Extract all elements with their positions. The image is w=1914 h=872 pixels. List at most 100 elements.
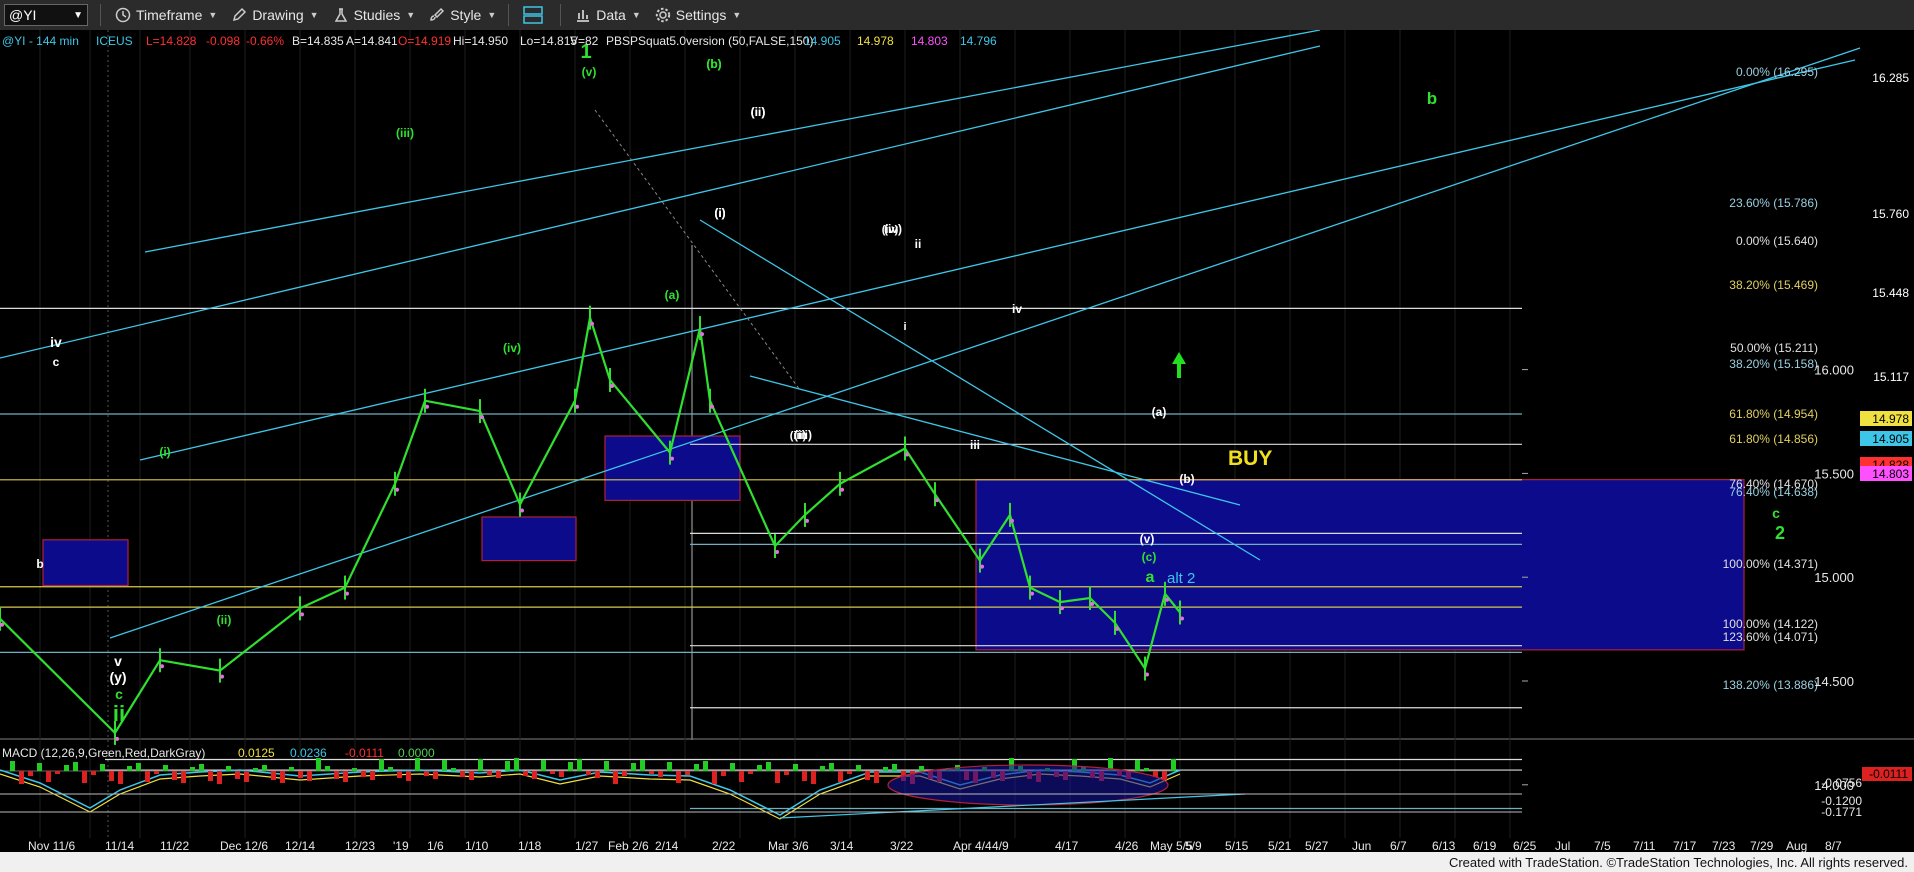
date-tick-label: 1/27: [575, 839, 599, 853]
wave-label: iii: [970, 438, 980, 452]
macd-histogram-bar: [244, 771, 249, 782]
wave-label: a: [1146, 569, 1155, 586]
macd-histogram-bar: [433, 771, 438, 779]
instrument-label: @YI - 144 min: [2, 34, 79, 48]
wave-label: iv: [1012, 302, 1022, 316]
alt-2-label: alt 2: [1167, 570, 1195, 587]
timeframe-label: Timeframe: [136, 7, 203, 23]
macd-axis-label: -0.1771: [1821, 805, 1862, 819]
wave-label: (a): [665, 288, 680, 302]
date-tick-label: 4/17: [1055, 839, 1079, 853]
pivot-dot: [710, 404, 714, 409]
macd-value: 0.0125: [238, 746, 275, 760]
date-tick-label: 3/22: [890, 839, 914, 853]
macd-histogram-bar: [838, 771, 843, 782]
bar-chart-icon: [577, 10, 590, 22]
chevron-down-icon: ▼: [732, 10, 742, 20]
fib-level-label: 38.20% (15.158): [1729, 357, 1818, 371]
fib-level-label: 0.00% (16.295): [1736, 65, 1818, 79]
date-tick-label: 12/23: [345, 839, 375, 853]
header-stat: PBSPSquat5.0version (50,FALSE,150): [606, 34, 813, 48]
macd-histogram-bar: [145, 771, 150, 782]
header-stat: -0.66%: [246, 34, 284, 48]
timeframe-menu[interactable]: Timeframe ▼: [115, 7, 217, 23]
macd-histogram-bar: [181, 771, 186, 783]
macd-histogram-bar: [496, 771, 501, 778]
macd-histogram-bar: [208, 771, 213, 781]
chevron-down-icon: ▼: [406, 10, 416, 20]
style-menu[interactable]: Style ▼: [429, 7, 496, 23]
price-axis-area: [1522, 30, 1914, 872]
price-tag-label: 15.760: [1872, 207, 1909, 221]
pivot-dot: [300, 612, 304, 617]
macd-histogram-bar: [640, 760, 645, 771]
fib-level-label: 138.20% (13.886): [1723, 678, 1818, 692]
buy-label: BUY: [1228, 447, 1272, 470]
header-stat: 14.905: [804, 34, 841, 48]
layout-toggle[interactable]: [523, 6, 548, 24]
macd-histogram-bar: [73, 762, 78, 771]
date-tick-label: 12/14: [285, 839, 315, 853]
pivot-dot: [935, 498, 939, 503]
flask-icon: [334, 8, 347, 22]
studies-menu[interactable]: Studies ▼: [333, 7, 416, 23]
fib-level-label: 76.40% (14.638): [1729, 485, 1818, 499]
price-tick-label: 14.000: [1814, 778, 1854, 793]
symbol-select[interactable]: @YI ▼: [4, 4, 88, 26]
macd-value: 0.0000: [398, 746, 435, 760]
fib-level-label: 61.80% (14.954): [1729, 407, 1818, 421]
settings-menu[interactable]: Settings ▼: [655, 7, 742, 23]
date-tick-label: 1/10: [465, 839, 489, 853]
date-tick-label: 2/14: [655, 839, 679, 853]
macd-histogram-bar: [667, 762, 672, 771]
macd-histogram-bar: [127, 766, 132, 771]
macd-histogram-bar: [451, 768, 456, 771]
fib-level-label: 123.60% (14.071): [1723, 630, 1818, 644]
price-tag-label: 14.978: [1872, 412, 1909, 426]
wave-label: (i): [714, 206, 725, 220]
macd-histogram-bar: [649, 771, 654, 774]
symbol-value: @YI: [9, 7, 37, 23]
target-zone-box: [481, 516, 577, 562]
toolbar-divider: [560, 4, 562, 26]
date-tick-label: 2/22: [712, 839, 736, 853]
pivot-dot: [1145, 672, 1149, 677]
macd-histogram-bar: [307, 771, 312, 781]
date-tick-label: 11/14: [105, 839, 134, 853]
macd-histogram-bar: [685, 771, 690, 775]
date-tick-label: 11/22: [160, 839, 189, 853]
date-tick-label: Mar 3/6: [768, 839, 809, 853]
date-tick-label: Nov 11/6: [28, 839, 75, 853]
wave-label: (iii): [790, 430, 807, 442]
macd-histogram-bar: [793, 764, 798, 771]
macd-histogram-bar: [397, 771, 402, 778]
data-menu[interactable]: Data ▼: [575, 7, 641, 23]
macd-histogram-bar: [91, 771, 96, 775]
price-tag-label: 15.448: [1872, 286, 1909, 300]
macd-histogram-bar: [550, 771, 555, 774]
chevron-down-icon: ▼: [309, 10, 319, 20]
macd-histogram-bar: [190, 767, 195, 771]
target-zone-box: [42, 539, 129, 587]
macd-histogram-bar: [280, 771, 285, 783]
date-tick-label: '19: [393, 839, 409, 853]
macd-histogram-bar: [856, 765, 861, 771]
price-tick-label: 15.000: [1814, 570, 1854, 585]
drawing-menu[interactable]: Drawing ▼: [231, 7, 319, 23]
price-chart[interactable]: 0.00% (16.295) 23.60% (15.786) 0.00% (15.6…: [0, 30, 1914, 872]
macd-histogram-bar: [1135, 760, 1140, 771]
studies-label: Studies: [353, 7, 401, 23]
wave-label: ii: [113, 701, 125, 726]
wave-label: (b): [706, 57, 721, 71]
macd-histogram-bar: [262, 765, 267, 771]
macd-histogram-bar: [46, 771, 51, 782]
pivot-dot: [160, 664, 164, 669]
pivot-dot: [905, 452, 909, 457]
macd-histogram-bar: [388, 767, 393, 771]
date-tick-label: 5/27: [1305, 839, 1329, 853]
macd-histogram-bar: [82, 771, 87, 783]
price-tag-label: 14.905: [1872, 432, 1909, 446]
date-tick-label: Jul: [1555, 839, 1570, 853]
fib-level-label: 38.20% (15.469): [1729, 278, 1818, 292]
wave-label: ii: [915, 237, 922, 251]
